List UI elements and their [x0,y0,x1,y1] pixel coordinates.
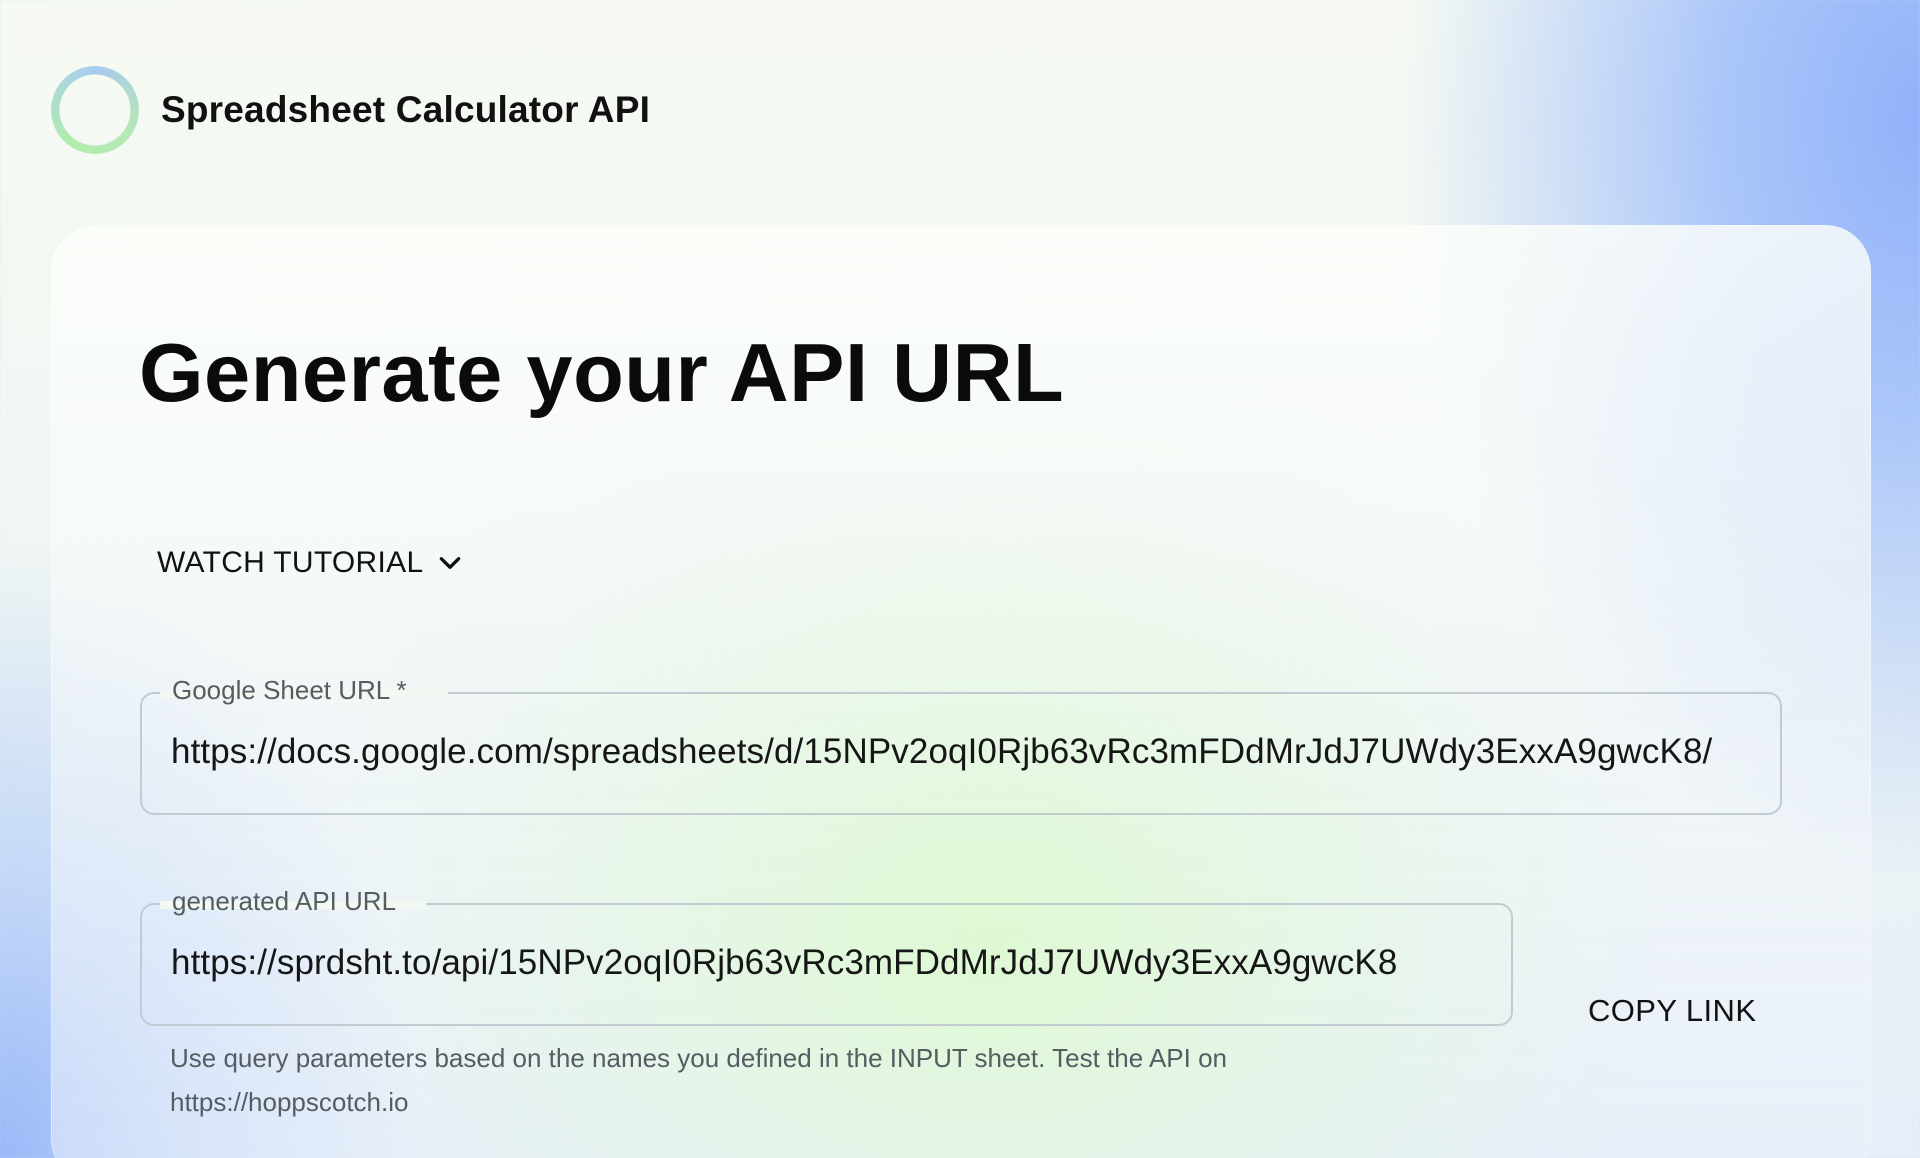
generated-api-url-label: generated API URL [162,886,407,917]
chevron-down-icon [440,557,461,569]
helper-text: Use query parameters based on the names … [170,1036,1330,1124]
page-title: Generate your API URL [139,326,1065,419]
copy-link-button[interactable]: COPY LINK [1588,993,1756,1029]
app-title: Spreadsheet Calculator API [161,89,651,130]
google-sheet-url-label: Google Sheet URL * [162,675,417,706]
google-sheet-url-input[interactable]: https://docs.google.com/spreadsheets/d/1… [171,732,1712,772]
generated-api-url-field[interactable]: generated API URL https://sprdsht.to/api… [140,886,1513,1026]
generated-api-url-input[interactable]: https://sprdsht.to/api/15NPv2oqI0Rjb63vR… [171,943,1397,983]
logo-ring-icon [51,66,139,154]
google-sheet-url-field[interactable]: Google Sheet URL * https://docs.google.c… [140,675,1782,815]
helper-text-line: Use query parameters based on the names … [170,1043,1227,1073]
watch-tutorial-label: WATCH TUTORIAL [157,546,424,579]
watch-tutorial-button[interactable]: WATCH TUTORIAL [157,542,463,584]
hoppscotch-link[interactable]: https://hoppscotch.io [170,1080,1330,1124]
